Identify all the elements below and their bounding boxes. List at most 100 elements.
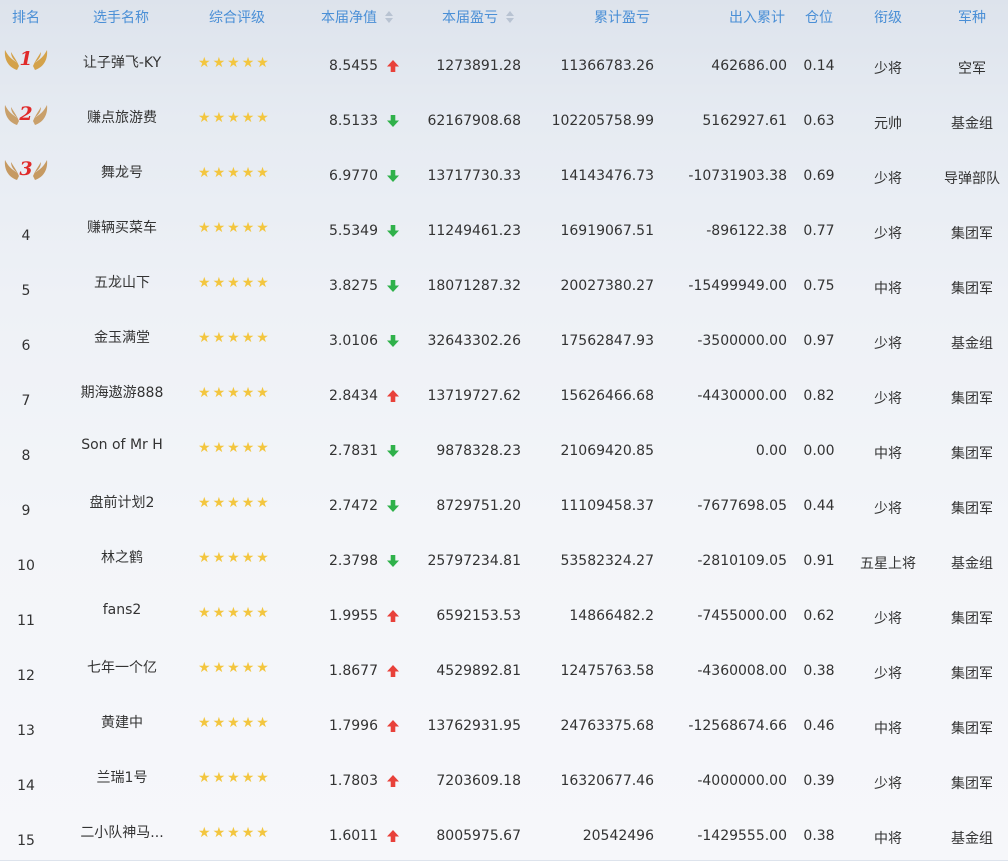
military-title: 少将 bbox=[874, 336, 902, 352]
rating-stars: ★ ★ ★ ★ ★ bbox=[198, 166, 278, 180]
player-name-link[interactable]: 二小队神马... bbox=[62, 822, 182, 842]
player-name-link[interactable]: Son of Mr H bbox=[62, 437, 182, 453]
player-name-link[interactable]: 赚辆买菜车 bbox=[62, 217, 182, 237]
in-out-cumulative: -4430000.00 bbox=[697, 388, 787, 404]
net-value: 8.5133 bbox=[329, 113, 378, 129]
in-out-cumulative: -4360008.00 bbox=[697, 663, 787, 679]
position-ratio: 0.82 bbox=[803, 388, 835, 404]
position-ratio: 0.69 bbox=[803, 168, 835, 184]
table-row[interactable]: 11 fans2 ★ ★ ★ ★ ★ 1.9955 6592153.53 14866482.2 -7… bbox=[0, 586, 1008, 641]
table-row[interactable]: 3 舞龙号 ★ ★ ★ ★ ★ 6.9770 13717730.33 14143476.73 -10… bbox=[0, 146, 1008, 201]
military-branch: 集团军 bbox=[951, 776, 993, 792]
in-out-cumulative: -15499949.00 bbox=[688, 278, 787, 294]
table-row[interactable]: 8 Son of Mr H ★ ★ ★ ★ ★ 2.7831 9878328.23 2106942… bbox=[0, 421, 1008, 476]
arrow-up-icon bbox=[386, 829, 400, 843]
current-profit-loss: 25797234.81 bbox=[427, 553, 521, 569]
star-icon: ★ bbox=[241, 825, 255, 841]
table-row[interactable]: 1 让子弹飞-KY ★ ★ ★ ★ ★ 8.5455 1273891.28 11366783.26… bbox=[0, 36, 1008, 91]
header-cumulative-pl[interactable]: 累计盈亏 bbox=[594, 0, 650, 36]
table-row[interactable]: 5 五龙山下 ★ ★ ★ ★ ★ 3.8275 18071287.32 20027380.27 -1… bbox=[0, 256, 1008, 311]
military-branch: 导弹部队 bbox=[944, 171, 1000, 187]
player-name-link[interactable]: 林之鹤 bbox=[62, 547, 182, 567]
header-rank[interactable]: 排名 bbox=[12, 0, 40, 36]
player-name-link[interactable]: fans2 bbox=[62, 602, 182, 618]
player-name-link[interactable]: 赚点旅游费 bbox=[62, 107, 182, 127]
arrow-down-icon bbox=[386, 169, 400, 183]
rank-number: 13 bbox=[17, 723, 35, 739]
player-name-link[interactable]: 让子弹飞-KY bbox=[62, 52, 182, 72]
rating-stars: ★ ★ ★ ★ ★ bbox=[198, 331, 278, 345]
player-name-link[interactable]: 七年一个亿 bbox=[62, 657, 182, 677]
net-value: 6.9770 bbox=[329, 168, 378, 184]
star-icon: ★ bbox=[256, 715, 269, 731]
table-row[interactable]: 15 二小队神马... ★ ★ ★ ★ ★ 1.6011 8005975.67 20542496-… bbox=[0, 806, 1008, 861]
star-icon: ★ bbox=[241, 715, 255, 731]
table-row[interactable]: 9 盘前计划2 ★ ★ ★ ★ ★ 2.7472 8729751.20 11109458.37 -7… bbox=[0, 476, 1008, 531]
current-profit-loss: 62167908.68 bbox=[427, 113, 521, 129]
star-icon: ★ bbox=[227, 440, 240, 456]
star-icon: ★ bbox=[227, 165, 240, 181]
position-ratio: 0.77 bbox=[803, 223, 835, 239]
star-icon: ★ bbox=[227, 385, 240, 401]
rank-number: 10 bbox=[17, 558, 35, 574]
table-row[interactable]: 12 七年一个亿 ★ ★ ★ ★ ★ 1.8677 4529892.81 12475763.58-… bbox=[0, 641, 1008, 696]
arrow-up-icon bbox=[386, 609, 400, 623]
net-value: 2.7831 bbox=[329, 443, 378, 459]
rating-stars: ★ ★ ★ ★ ★ bbox=[198, 386, 278, 400]
header-current-pl-label: 本届盈亏 bbox=[442, 10, 498, 26]
player-name-link[interactable]: 金玉满堂 bbox=[62, 327, 182, 347]
star-icon: ★ bbox=[212, 440, 226, 456]
rank-medal-icon: 2 bbox=[3, 101, 49, 129]
player-name-link[interactable]: 五龙山下 bbox=[62, 272, 182, 292]
military-branch: 集团军 bbox=[951, 721, 993, 737]
header-rating[interactable]: 综合评级 bbox=[209, 0, 265, 36]
table-row[interactable]: 7 期海遨游888 ★ ★ ★ ★ ★ 2.8434 13719727.62 15626466.6… bbox=[0, 366, 1008, 421]
star-icon: ★ bbox=[227, 770, 240, 786]
player-name-link[interactable]: 黄建中 bbox=[62, 712, 182, 732]
player-name-link[interactable]: 期海遨游888 bbox=[62, 382, 182, 402]
sort-icon[interactable] bbox=[385, 11, 393, 23]
current-profit-loss: 13717730.33 bbox=[427, 168, 521, 184]
star-icon: ★ bbox=[198, 275, 211, 291]
current-profit-loss: 13762931.95 bbox=[427, 718, 521, 734]
header-current-pl[interactable]: 本届盈亏 bbox=[442, 0, 514, 36]
star-icon: ★ bbox=[198, 605, 211, 621]
header-branch[interactable]: 军种 bbox=[958, 0, 986, 36]
sort-icon[interactable] bbox=[506, 11, 514, 23]
star-icon: ★ bbox=[212, 385, 226, 401]
cumulative-profit-loss: 14866482.2 bbox=[569, 608, 654, 624]
star-icon: ★ bbox=[212, 330, 226, 346]
table-row[interactable]: 6 金玉满堂 ★ ★ ★ ★ ★ 3.0106 32643302.26 17562847.93 -3… bbox=[0, 311, 1008, 366]
military-branch: 基金组 bbox=[951, 336, 993, 352]
rank-number: 8 bbox=[21, 448, 31, 464]
table-row[interactable]: 14 兰瑞1号 ★ ★ ★ ★ ★ 1.7803 7203609.18 16320677.46 -4… bbox=[0, 751, 1008, 806]
player-name-link[interactable]: 盘前计划2 bbox=[62, 492, 182, 512]
table-row[interactable]: 2 赚点旅游费 ★ ★ ★ ★ ★ 8.5133 62167908.68 102205758.99… bbox=[0, 91, 1008, 146]
current-profit-loss: 1273891.28 bbox=[436, 58, 521, 74]
star-icon: ★ bbox=[198, 770, 211, 786]
table-row[interactable]: 4 赚辆买菜车 ★ ★ ★ ★ ★ 5.5349 11249461.23 16919067.51-… bbox=[0, 201, 1008, 256]
cumulative-profit-loss: 21069420.85 bbox=[560, 443, 654, 459]
star-icon: ★ bbox=[212, 165, 226, 181]
header-in-out[interactable]: 出入累计 bbox=[729, 0, 785, 36]
table-row[interactable]: 13 黄建中 ★ ★ ★ ★ ★ 1.7996 13762931.95 24763375.68 -1… bbox=[0, 696, 1008, 751]
player-name-link[interactable]: 舞龙号 bbox=[62, 162, 182, 182]
header-position[interactable]: 仓位 bbox=[805, 0, 833, 36]
military-branch: 基金组 bbox=[951, 116, 993, 132]
star-icon: ★ bbox=[198, 825, 211, 841]
military-title: 少将 bbox=[874, 611, 902, 627]
military-title: 少将 bbox=[874, 776, 902, 792]
star-icon: ★ bbox=[212, 220, 226, 236]
star-icon: ★ bbox=[227, 275, 240, 291]
star-icon: ★ bbox=[212, 110, 226, 126]
current-profit-loss: 11249461.23 bbox=[427, 223, 521, 239]
military-branch: 集团军 bbox=[951, 446, 993, 462]
star-icon: ★ bbox=[256, 770, 269, 786]
header-name[interactable]: 选手名称 bbox=[93, 0, 149, 36]
table-row[interactable]: 10 林之鹤 ★ ★ ★ ★ ★ 2.3798 25797234.81 53582324.27 -2… bbox=[0, 531, 1008, 586]
header-title[interactable]: 衔级 bbox=[874, 0, 902, 36]
header-nav[interactable]: 本届净值 bbox=[321, 0, 393, 36]
military-branch: 集团军 bbox=[951, 281, 993, 297]
military-title: 元帅 bbox=[874, 116, 902, 132]
player-name-link[interactable]: 兰瑞1号 bbox=[62, 767, 182, 787]
